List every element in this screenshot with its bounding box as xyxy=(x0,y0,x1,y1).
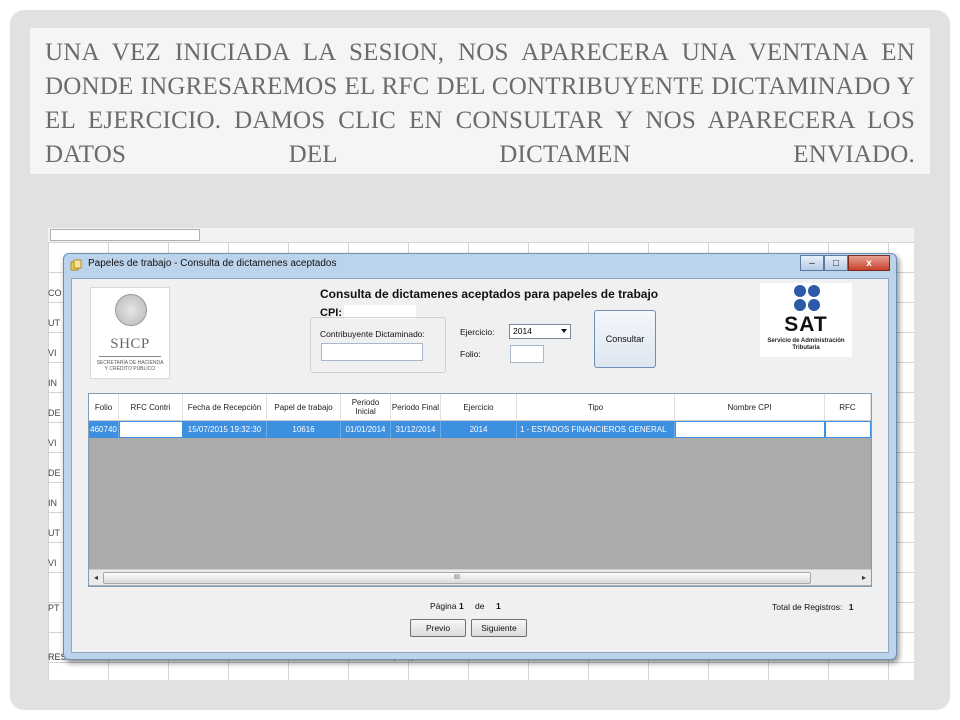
column-header-papel-trabajo[interactable]: Papel de trabajo xyxy=(267,394,341,420)
slide: UNA VEZ INICIADA LA SESION, NOS APARECER… xyxy=(10,10,950,710)
column-header-periodo-final[interactable]: Periodo Final xyxy=(391,394,441,420)
minimize-button[interactable]: – xyxy=(800,255,824,271)
cell-nombre-cpi[interactable] xyxy=(675,421,825,438)
column-header-tipo[interactable]: Tipo xyxy=(517,394,675,420)
column-header-periodo-inicial[interactable]: Periodo Inicial xyxy=(341,394,391,420)
close-button[interactable]: x xyxy=(848,255,890,271)
cell-ejercicio[interactable]: 2014 xyxy=(441,421,517,438)
scrollbar-thumb[interactable]: III xyxy=(103,572,811,584)
form-title: Consulta de dictamenes aceptados para pa… xyxy=(320,287,659,301)
window-client-area: SHCP SECRETARÍA DE HACIENDA Y CRÉDITO PÚ… xyxy=(71,278,889,653)
column-header-nombre-cpi[interactable]: Nombre CPI xyxy=(675,394,825,420)
table-row[interactable]: 460740 15/07/2015 19:32:30 10616 01/01/2… xyxy=(89,421,871,438)
cell-periodo-inicial[interactable]: 01/01/2014 xyxy=(341,421,391,438)
folio-input[interactable] xyxy=(510,345,544,363)
column-header-ejercicio[interactable]: Ejercicio xyxy=(441,394,517,420)
total-records: Total de Registros: 1 xyxy=(772,602,854,612)
spreadsheet-toolbar xyxy=(48,228,914,243)
total-records-value: 1 xyxy=(848,602,854,612)
mexico-seal-icon xyxy=(115,294,147,326)
scroll-left-icon[interactable]: ◂ xyxy=(90,571,102,584)
grid-header: Folio RFC Contri Fecha de Recepción Pape… xyxy=(89,394,871,421)
app-icon xyxy=(70,259,82,271)
cell-periodo-final[interactable]: 31/12/2014 xyxy=(391,421,441,438)
column-header-fecha-recepcion[interactable]: Fecha de Recepción xyxy=(183,394,267,420)
screenshot-area: CO UT VI IN DE VI DE IN UT VI PT RESULTA… xyxy=(48,228,914,680)
cell-papel-trabajo[interactable]: 10616 xyxy=(267,421,341,438)
maximize-button[interactable]: □ xyxy=(824,255,848,271)
contribuyente-label: Contribuyente Dictaminado: xyxy=(320,329,425,339)
cell-rfc-contri[interactable] xyxy=(119,421,183,438)
horizontal-scrollbar[interactable]: ◂ III ▸ xyxy=(89,569,871,585)
cell-rfc[interactable] xyxy=(825,421,871,438)
ejercicio-select-value: 2014 xyxy=(513,326,532,336)
cell-fecha-recepcion[interactable]: 15/07/2015 19:32:30 xyxy=(183,421,267,438)
ejercicio-select[interactable]: 2014 xyxy=(509,324,571,339)
window-controls: – □ x xyxy=(800,255,890,273)
shcp-logo-subtitle: SECRETARÍA DE HACIENDA Y CRÉDITO PÚBLICO xyxy=(96,360,164,372)
column-header-rfc[interactable]: RFC xyxy=(825,394,871,420)
column-header-folio[interactable]: Folio xyxy=(89,394,119,420)
sat-logo-text: SAT xyxy=(784,313,828,336)
contribuyente-input[interactable] xyxy=(321,343,423,361)
window-titlebar[interactable]: Papeles de trabajo - Consulta de dictame… xyxy=(64,254,896,276)
scroll-right-icon[interactable]: ▸ xyxy=(858,571,870,584)
sat-dots-icon xyxy=(794,285,820,313)
shcp-divider xyxy=(99,356,161,357)
app-window: Papeles de trabajo - Consulta de dictame… xyxy=(63,253,897,660)
folio-label: Folio: xyxy=(460,349,481,359)
sat-logo-subtitle: Servicio de Administración Tributaria xyxy=(767,338,845,351)
sat-logo: SAT Servicio de Administración Tributari… xyxy=(760,283,852,357)
window-title: Papeles de trabajo - Consulta de dictame… xyxy=(88,258,337,269)
total-records-label: Total de Registros: xyxy=(772,602,843,612)
page-current: 1 xyxy=(459,601,464,611)
previous-button[interactable]: Previo xyxy=(410,619,466,637)
page-of-label: de xyxy=(475,601,485,611)
page-total: 1 xyxy=(496,601,501,611)
next-button[interactable]: Siguiente xyxy=(471,619,527,637)
shcp-logo: SHCP SECRETARÍA DE HACIENDA Y CRÉDITO PÚ… xyxy=(90,287,170,379)
cell-tipo[interactable]: 1 - ESTADOS FINANCIEROS GENERAL xyxy=(517,421,675,438)
consultar-button[interactable]: Consultar xyxy=(594,310,656,368)
cell-folio[interactable]: 460740 xyxy=(89,421,119,438)
page-label: Página xyxy=(430,601,457,611)
shcp-logo-text: SHCP xyxy=(110,336,150,352)
dropdown-arrow-icon[interactable] xyxy=(561,329,567,333)
results-grid: Folio RFC Contri Fecha de Recepción Pape… xyxy=(88,393,872,587)
spreadsheet-name-box[interactable] xyxy=(50,229,200,241)
column-header-rfc-contri[interactable]: RFC Contri xyxy=(119,394,183,420)
slide-caption: UNA VEZ INICIADA LA SESION, NOS APARECER… xyxy=(30,28,930,174)
ejercicio-label: Ejercicio: xyxy=(460,327,495,337)
